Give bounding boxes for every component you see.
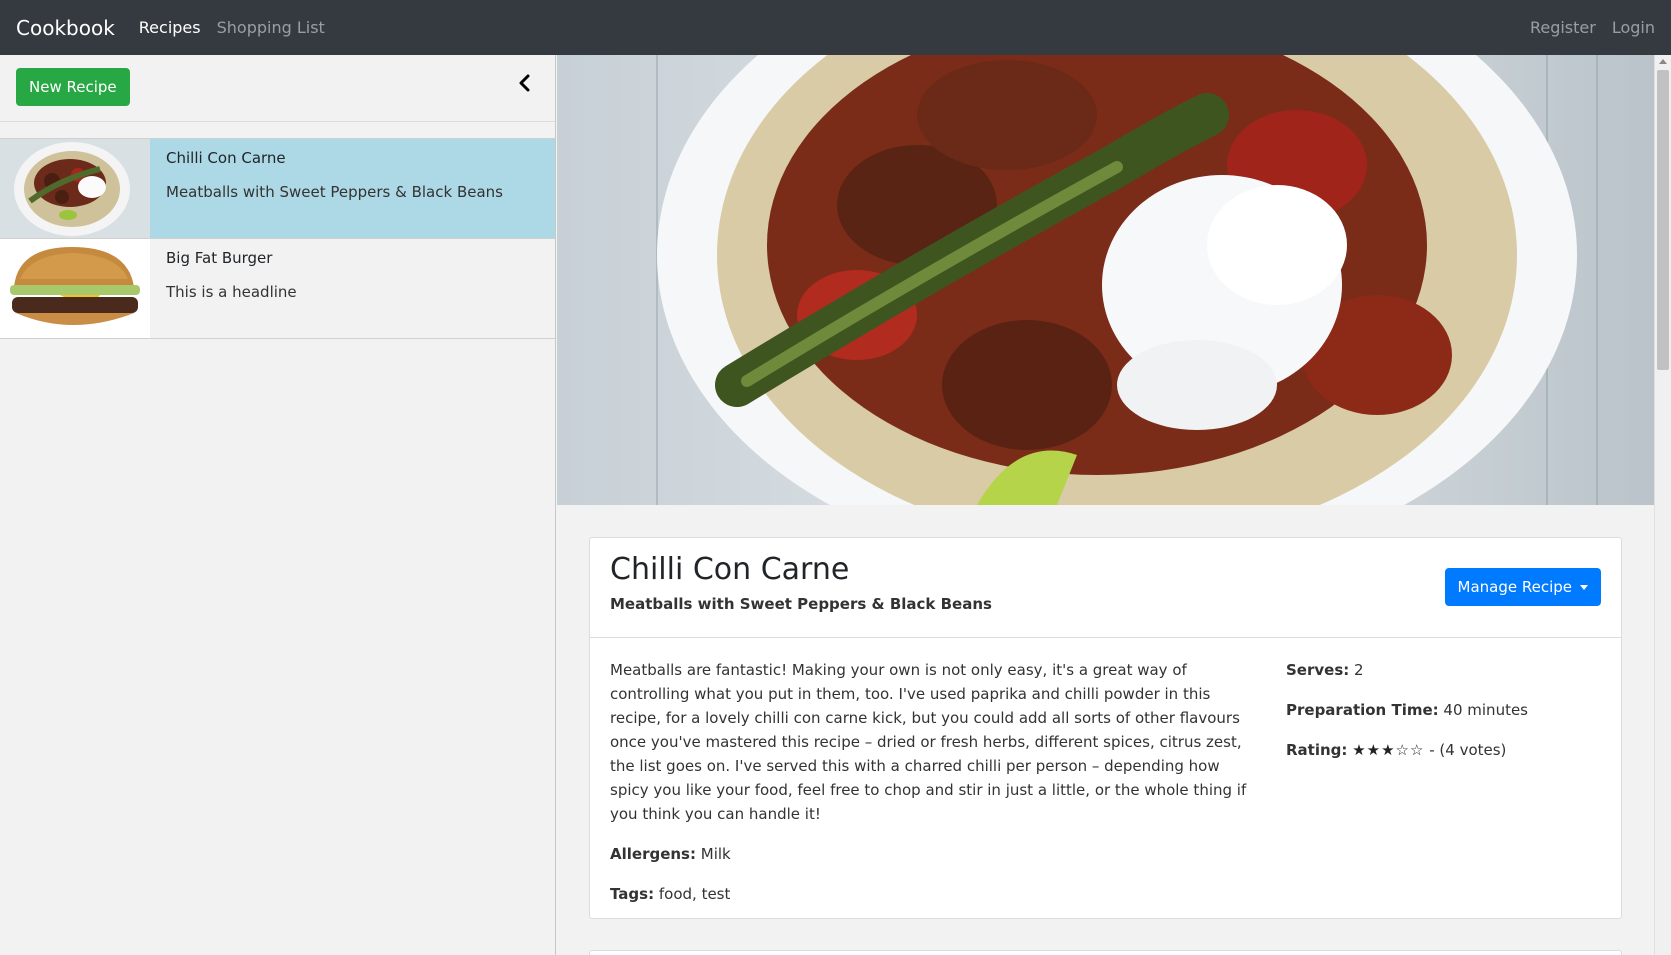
nav-login[interactable]: Login bbox=[1612, 18, 1655, 37]
recipe-list-item-title: Big Fat Burger bbox=[166, 249, 273, 267]
serves-label: Serves: bbox=[1286, 661, 1350, 679]
brand-logo[interactable]: Cookbook bbox=[16, 16, 115, 40]
prep-time-value: 40 minutes bbox=[1443, 701, 1528, 719]
recipe-tags: Tags: food, test bbox=[610, 882, 1250, 906]
recipe-hero-image bbox=[557, 55, 1654, 505]
recipe-card-header: Chilli Con Carne Meatballs with Sweet Pe… bbox=[590, 538, 1621, 638]
main-scrollbar[interactable] bbox=[1654, 55, 1671, 955]
recipe-description-column: Meatballs are fantastic! Making your own… bbox=[610, 658, 1250, 922]
nav-recipes[interactable]: Recipes bbox=[139, 18, 201, 37]
recipe-card-body: Meatballs are fantastic! Making your own… bbox=[590, 638, 1621, 942]
recipe-meta-column: Serves: 2 Preparation Time: 40 minutes R… bbox=[1286, 658, 1528, 922]
recipe-prep-time: Preparation Time: 40 minutes bbox=[1286, 698, 1528, 722]
recipe-thumbnail-burger bbox=[0, 239, 150, 338]
rating-votes: - (4 votes) bbox=[1429, 741, 1507, 759]
manage-recipe-button[interactable]: Manage Recipe bbox=[1444, 568, 1601, 606]
recipe-list-item-chilli[interactable]: Chilli Con Carne Meatballs with Sweet Pe… bbox=[0, 139, 555, 239]
recipe-description: Meatballs are fantastic! Making your own… bbox=[610, 661, 1247, 823]
recipe-card: Chilli Con Carne Meatballs with Sweet Pe… bbox=[589, 537, 1622, 919]
nav-right: Register Login bbox=[1514, 18, 1655, 37]
recipe-detail: Chilli Con Carne Meatballs with Sweet Pe… bbox=[557, 55, 1654, 955]
manage-recipe-label: Manage Recipe bbox=[1457, 578, 1573, 596]
caret-down-icon bbox=[1580, 584, 1588, 590]
sidebar-toolbar: New Recipe bbox=[0, 55, 555, 122]
recipe-allergens: Allergens: Milk bbox=[610, 842, 1250, 866]
recipe-list-item-title: Chilli Con Carne bbox=[166, 149, 286, 167]
serves-value: 2 bbox=[1354, 661, 1364, 679]
scrollbar-thumb[interactable] bbox=[1657, 70, 1669, 370]
nav-register[interactable]: Register bbox=[1530, 18, 1596, 37]
new-recipe-button[interactable]: New Recipe bbox=[16, 68, 130, 106]
next-card bbox=[589, 950, 1622, 955]
recipe-list-item-subtitle: Meatballs with Sweet Peppers & Black Bea… bbox=[166, 183, 503, 201]
tags-value: food, test bbox=[658, 885, 731, 903]
allergens-label: Allergens: bbox=[610, 845, 696, 863]
chevron-left-icon bbox=[519, 74, 530, 92]
nav-shopping-list[interactable]: Shopping List bbox=[217, 18, 325, 37]
recipe-thumbnail-chilli bbox=[0, 139, 150, 238]
prep-time-label: Preparation Time: bbox=[1286, 701, 1439, 719]
recipe-sidebar: New Recipe Chilli Con Carne Meatballs wi… bbox=[0, 55, 556, 955]
rating-stars: ★★★☆☆ bbox=[1352, 741, 1425, 759]
tags-label: Tags: bbox=[610, 885, 655, 903]
top-navbar: Cookbook Recipes Shopping List Register … bbox=[0, 0, 1671, 55]
recipe-rating: Rating: ★★★☆☆ - (4 votes) bbox=[1286, 738, 1528, 762]
recipe-list-item-burger[interactable]: Big Fat Burger This is a headline bbox=[0, 239, 555, 339]
collapse-sidebar-button[interactable] bbox=[508, 67, 540, 99]
allergens-value: Milk bbox=[700, 845, 731, 863]
recipe-list: Chilli Con Carne Meatballs with Sweet Pe… bbox=[0, 138, 555, 339]
recipe-serves: Serves: 2 bbox=[1286, 658, 1528, 682]
recipe-list-item-text: Big Fat Burger This is a headline bbox=[150, 239, 313, 338]
recipe-list-item-text: Chilli Con Carne Meatballs with Sweet Pe… bbox=[150, 139, 519, 238]
rating-label: Rating: bbox=[1286, 741, 1348, 759]
recipe-list-item-subtitle: This is a headline bbox=[166, 283, 297, 301]
scroll-up-icon[interactable] bbox=[1659, 59, 1667, 64]
